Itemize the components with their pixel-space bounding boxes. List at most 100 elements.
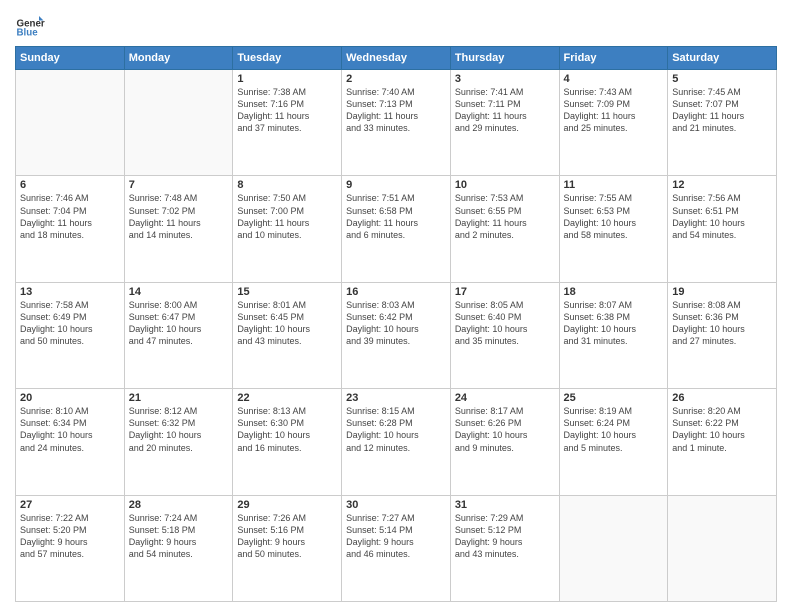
calendar-cell: 15Sunrise: 8:01 AM Sunset: 6:45 PM Dayli… (233, 282, 342, 388)
day-number: 14 (129, 286, 229, 298)
calendar-cell: 2Sunrise: 7:40 AM Sunset: 7:13 PM Daylig… (342, 70, 451, 176)
calendar-cell: 13Sunrise: 7:58 AM Sunset: 6:49 PM Dayli… (16, 282, 125, 388)
day-info: Sunrise: 8:07 AM Sunset: 6:38 PM Dayligh… (564, 299, 664, 348)
calendar-cell: 29Sunrise: 7:26 AM Sunset: 5:16 PM Dayli… (233, 495, 342, 601)
calendar-cell: 3Sunrise: 7:41 AM Sunset: 7:11 PM Daylig… (450, 70, 559, 176)
day-number: 21 (129, 392, 229, 404)
calendar-cell: 30Sunrise: 7:27 AM Sunset: 5:14 PM Dayli… (342, 495, 451, 601)
calendar-cell: 19Sunrise: 8:08 AM Sunset: 6:36 PM Dayli… (668, 282, 777, 388)
calendar-cell: 1Sunrise: 7:38 AM Sunset: 7:16 PM Daylig… (233, 70, 342, 176)
weekday-header-thursday: Thursday (450, 47, 559, 70)
day-number: 27 (20, 499, 120, 511)
calendar-cell: 22Sunrise: 8:13 AM Sunset: 6:30 PM Dayli… (233, 389, 342, 495)
weekday-header-row: SundayMondayTuesdayWednesdayThursdayFrid… (16, 47, 777, 70)
calendar-cell (668, 495, 777, 601)
day-info: Sunrise: 7:48 AM Sunset: 7:02 PM Dayligh… (129, 192, 229, 241)
calendar-table: SundayMondayTuesdayWednesdayThursdayFrid… (15, 46, 777, 602)
day-number: 24 (455, 392, 555, 404)
calendar-cell: 16Sunrise: 8:03 AM Sunset: 6:42 PM Dayli… (342, 282, 451, 388)
day-info: Sunrise: 8:00 AM Sunset: 6:47 PM Dayligh… (129, 299, 229, 348)
calendar-cell: 25Sunrise: 8:19 AM Sunset: 6:24 PM Dayli… (559, 389, 668, 495)
calendar-cell: 23Sunrise: 8:15 AM Sunset: 6:28 PM Dayli… (342, 389, 451, 495)
day-info: Sunrise: 7:46 AM Sunset: 7:04 PM Dayligh… (20, 192, 120, 241)
calendar-week-row: 1Sunrise: 7:38 AM Sunset: 7:16 PM Daylig… (16, 70, 777, 176)
calendar-cell: 12Sunrise: 7:56 AM Sunset: 6:51 PM Dayli… (668, 176, 777, 282)
calendar-cell: 18Sunrise: 8:07 AM Sunset: 6:38 PM Dayli… (559, 282, 668, 388)
day-info: Sunrise: 7:38 AM Sunset: 7:16 PM Dayligh… (237, 86, 337, 135)
day-number: 4 (564, 73, 664, 85)
day-info: Sunrise: 7:41 AM Sunset: 7:11 PM Dayligh… (455, 86, 555, 135)
weekday-header-friday: Friday (559, 47, 668, 70)
day-info: Sunrise: 7:26 AM Sunset: 5:16 PM Dayligh… (237, 512, 337, 561)
calendar-cell: 10Sunrise: 7:53 AM Sunset: 6:55 PM Dayli… (450, 176, 559, 282)
day-info: Sunrise: 7:56 AM Sunset: 6:51 PM Dayligh… (672, 192, 772, 241)
day-number: 13 (20, 286, 120, 298)
day-number: 15 (237, 286, 337, 298)
calendar-cell: 21Sunrise: 8:12 AM Sunset: 6:32 PM Dayli… (124, 389, 233, 495)
day-number: 16 (346, 286, 446, 298)
day-number: 25 (564, 392, 664, 404)
day-number: 9 (346, 179, 446, 191)
day-number: 23 (346, 392, 446, 404)
day-info: Sunrise: 7:43 AM Sunset: 7:09 PM Dayligh… (564, 86, 664, 135)
calendar-cell: 17Sunrise: 8:05 AM Sunset: 6:40 PM Dayli… (450, 282, 559, 388)
calendar-week-row: 13Sunrise: 7:58 AM Sunset: 6:49 PM Dayli… (16, 282, 777, 388)
calendar-cell: 31Sunrise: 7:29 AM Sunset: 5:12 PM Dayli… (450, 495, 559, 601)
weekday-header-tuesday: Tuesday (233, 47, 342, 70)
calendar-cell: 24Sunrise: 8:17 AM Sunset: 6:26 PM Dayli… (450, 389, 559, 495)
day-number: 19 (672, 286, 772, 298)
day-info: Sunrise: 8:17 AM Sunset: 6:26 PM Dayligh… (455, 405, 555, 454)
calendar-cell: 5Sunrise: 7:45 AM Sunset: 7:07 PM Daylig… (668, 70, 777, 176)
calendar-cell: 26Sunrise: 8:20 AM Sunset: 6:22 PM Dayli… (668, 389, 777, 495)
day-info: Sunrise: 8:05 AM Sunset: 6:40 PM Dayligh… (455, 299, 555, 348)
calendar-cell: 7Sunrise: 7:48 AM Sunset: 7:02 PM Daylig… (124, 176, 233, 282)
day-number: 20 (20, 392, 120, 404)
day-number: 8 (237, 179, 337, 191)
calendar-cell (124, 70, 233, 176)
calendar-cell: 9Sunrise: 7:51 AM Sunset: 6:58 PM Daylig… (342, 176, 451, 282)
calendar-week-row: 20Sunrise: 8:10 AM Sunset: 6:34 PM Dayli… (16, 389, 777, 495)
day-info: Sunrise: 8:01 AM Sunset: 6:45 PM Dayligh… (237, 299, 337, 348)
weekday-header-saturday: Saturday (668, 47, 777, 70)
calendar-week-row: 27Sunrise: 7:22 AM Sunset: 5:20 PM Dayli… (16, 495, 777, 601)
calendar-cell: 20Sunrise: 8:10 AM Sunset: 6:34 PM Dayli… (16, 389, 125, 495)
day-number: 2 (346, 73, 446, 85)
calendar-cell (559, 495, 668, 601)
page: General Blue SundayMondayTuesdayWednesda… (0, 0, 792, 612)
day-info: Sunrise: 8:08 AM Sunset: 6:36 PM Dayligh… (672, 299, 772, 348)
day-info: Sunrise: 8:10 AM Sunset: 6:34 PM Dayligh… (20, 405, 120, 454)
day-number: 17 (455, 286, 555, 298)
calendar-cell: 4Sunrise: 7:43 AM Sunset: 7:09 PM Daylig… (559, 70, 668, 176)
calendar-week-row: 6Sunrise: 7:46 AM Sunset: 7:04 PM Daylig… (16, 176, 777, 282)
day-info: Sunrise: 7:27 AM Sunset: 5:14 PM Dayligh… (346, 512, 446, 561)
day-info: Sunrise: 7:50 AM Sunset: 7:00 PM Dayligh… (237, 192, 337, 241)
day-info: Sunrise: 8:20 AM Sunset: 6:22 PM Dayligh… (672, 405, 772, 454)
calendar-cell: 8Sunrise: 7:50 AM Sunset: 7:00 PM Daylig… (233, 176, 342, 282)
day-info: Sunrise: 8:13 AM Sunset: 6:30 PM Dayligh… (237, 405, 337, 454)
calendar-cell: 6Sunrise: 7:46 AM Sunset: 7:04 PM Daylig… (16, 176, 125, 282)
day-number: 31 (455, 499, 555, 511)
day-info: Sunrise: 7:53 AM Sunset: 6:55 PM Dayligh… (455, 192, 555, 241)
calendar-cell (16, 70, 125, 176)
calendar-cell: 28Sunrise: 7:24 AM Sunset: 5:18 PM Dayli… (124, 495, 233, 601)
logo: General Blue (15, 10, 45, 40)
weekday-header-sunday: Sunday (16, 47, 125, 70)
day-info: Sunrise: 7:45 AM Sunset: 7:07 PM Dayligh… (672, 86, 772, 135)
day-number: 26 (672, 392, 772, 404)
day-info: Sunrise: 7:58 AM Sunset: 6:49 PM Dayligh… (20, 299, 120, 348)
day-number: 11 (564, 179, 664, 191)
day-number: 5 (672, 73, 772, 85)
day-number: 22 (237, 392, 337, 404)
day-info: Sunrise: 8:15 AM Sunset: 6:28 PM Dayligh… (346, 405, 446, 454)
day-number: 3 (455, 73, 555, 85)
svg-text:Blue: Blue (17, 28, 39, 39)
calendar-cell: 11Sunrise: 7:55 AM Sunset: 6:53 PM Dayli… (559, 176, 668, 282)
day-number: 28 (129, 499, 229, 511)
day-number: 29 (237, 499, 337, 511)
day-info: Sunrise: 7:22 AM Sunset: 5:20 PM Dayligh… (20, 512, 120, 561)
calendar-cell: 14Sunrise: 8:00 AM Sunset: 6:47 PM Dayli… (124, 282, 233, 388)
day-info: Sunrise: 8:03 AM Sunset: 6:42 PM Dayligh… (346, 299, 446, 348)
day-info: Sunrise: 7:51 AM Sunset: 6:58 PM Dayligh… (346, 192, 446, 241)
day-number: 12 (672, 179, 772, 191)
day-number: 30 (346, 499, 446, 511)
